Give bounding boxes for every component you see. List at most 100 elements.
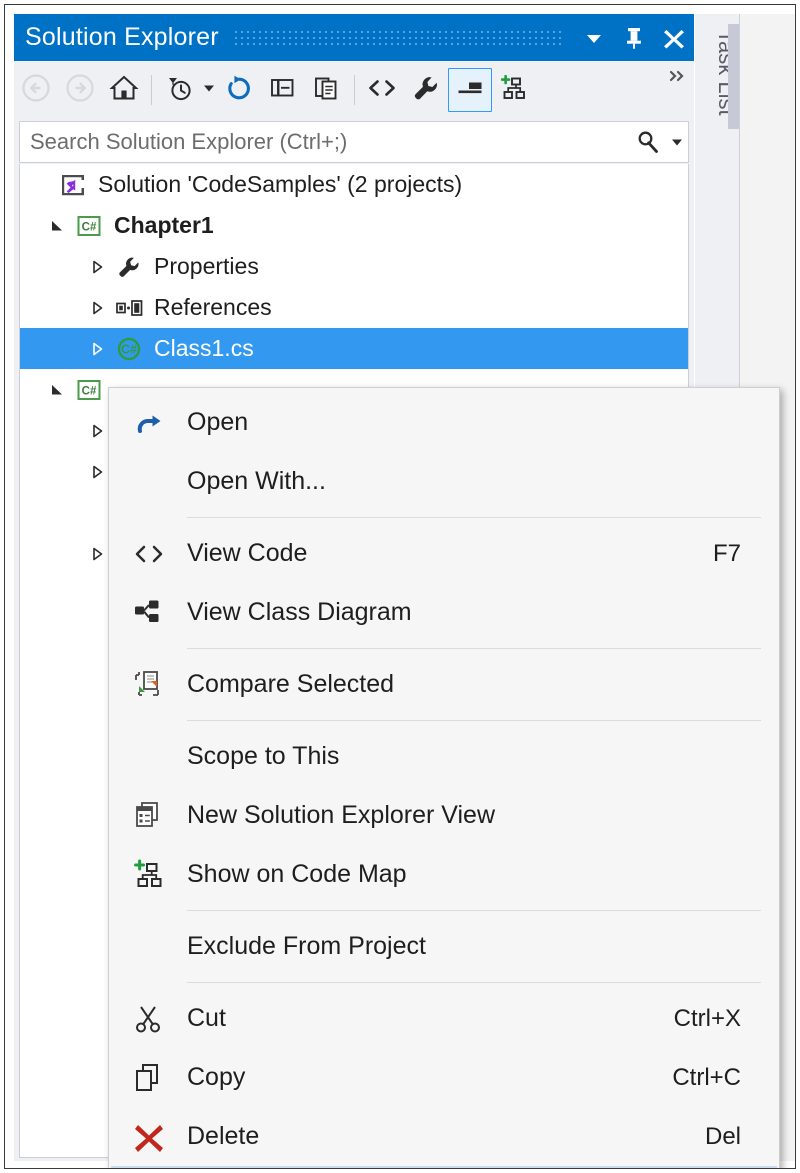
chevron-double-right-icon — [668, 70, 688, 89]
magnifier-icon[interactable] — [630, 129, 666, 155]
tree-node-properties[interactable]: Properties — [20, 246, 688, 287]
pin-icon — [623, 26, 645, 50]
dropdown-button[interactable] — [574, 14, 614, 61]
tree-node-label: Solution 'CodeSamples' (2 projects) — [90, 171, 462, 198]
menu-item-label: Exclude From Project — [187, 932, 741, 961]
title-bar-grip — [235, 31, 564, 45]
collapse-all-button[interactable] — [261, 68, 305, 112]
pending-changes-filter-dropdown[interactable] — [201, 68, 217, 112]
wrench-icon — [411, 73, 441, 108]
back-arrow-icon — [21, 73, 51, 108]
menu-item-new-solution-explorer-view[interactable]: New Solution Explorer View — [111, 786, 777, 845]
menu-separator — [187, 982, 761, 983]
menu-item-label: Copy — [187, 1063, 672, 1092]
search-box[interactable] — [19, 121, 689, 163]
red-x-icon — [111, 1120, 187, 1154]
tree-node-project-chapter1[interactable]: C# Chapter1 — [20, 205, 688, 246]
close-button[interactable] — [654, 14, 694, 61]
menu-item-view-class-diagram[interactable]: View Class Diagram — [111, 583, 777, 642]
csharp-file-icon: C# — [112, 328, 146, 369]
menu-item-show-on-code-map[interactable]: Show on Code Map — [111, 845, 777, 904]
menu-item-label: Delete — [187, 1122, 705, 1151]
menu-item-scope-to-this[interactable]: Scope to This — [111, 727, 777, 786]
menu-item-shortcut: Ctrl+C — [672, 1064, 777, 1092]
menu-item-label: Cut — [187, 1004, 674, 1033]
scrollbar-thumb[interactable] — [728, 24, 739, 129]
context-menu: Open Open With... View Code F7 — [108, 387, 780, 1169]
scissors-icon — [111, 1002, 187, 1036]
solution-explorer-title-bar[interactable]: Solution Explorer — [14, 14, 694, 61]
view-code-button[interactable] — [360, 68, 404, 112]
references-icon — [112, 287, 146, 328]
menu-item-view-code[interactable]: View Code F7 — [111, 524, 777, 583]
home-button[interactable] — [102, 68, 146, 112]
solution-explorer-toolbar — [14, 61, 694, 119]
window-frame: Solution Explorer — [4, 4, 796, 1169]
show-all-files-icon — [312, 73, 342, 108]
preview-pane-icon — [455, 73, 485, 108]
menu-item-shortcut: F7 — [713, 540, 777, 568]
twisty-collapsed-icon[interactable] — [82, 246, 112, 287]
tree-node-class1-cs[interactable]: C# Class1.cs — [20, 328, 688, 369]
class-diagram-icon — [111, 597, 187, 629]
copy-icon — [111, 1061, 187, 1095]
search-input[interactable] — [20, 128, 630, 156]
wrench-icon — [112, 246, 146, 287]
menu-item-label: Show on Code Map — [187, 860, 741, 889]
tree-node-label: Properties — [146, 253, 259, 280]
back-button[interactable] — [14, 68, 58, 112]
menu-separator — [187, 720, 761, 721]
menu-item-cut[interactable]: Cut Ctrl+X — [111, 989, 777, 1048]
tree-node-label: References — [146, 294, 272, 321]
collapse-all-icon — [268, 73, 298, 108]
forward-button[interactable] — [58, 68, 102, 112]
refresh-button[interactable] — [217, 68, 261, 112]
twisty-expanded-icon[interactable] — [42, 205, 72, 246]
compare-documents-icon — [111, 668, 187, 702]
menu-item-delete[interactable]: Delete Del — [111, 1107, 777, 1166]
menu-item-shortcut: Ctrl+X — [674, 1005, 777, 1033]
tree-node-solution[interactable]: Solution 'CodeSamples' (2 projects) — [20, 164, 688, 205]
chevron-down-icon — [202, 81, 216, 100]
code-map-plus-icon — [111, 858, 187, 892]
properties-button[interactable] — [404, 68, 448, 112]
pin-button[interactable] — [614, 14, 654, 61]
home-icon — [109, 73, 139, 108]
menu-separator — [187, 910, 761, 911]
menu-item-label: View Code — [187, 539, 713, 568]
twisty-expanded-icon[interactable] — [42, 369, 72, 410]
menu-item-open[interactable]: Open — [111, 393, 777, 452]
menu-item-label: View Class Diagram — [187, 598, 741, 627]
menu-item-open-with[interactable]: Open With... — [111, 452, 777, 511]
menu-item-exclude-from-project[interactable]: Exclude From Project — [111, 917, 777, 976]
menu-item-shortcut: Del — [705, 1123, 777, 1151]
twisty-collapsed-icon[interactable] — [82, 328, 112, 369]
toolbar-overflow-button[interactable] — [668, 66, 688, 114]
menu-separator — [187, 517, 761, 518]
angle-brackets-icon — [366, 73, 398, 108]
twisty-collapsed-icon[interactable] — [82, 287, 112, 328]
menu-item-label: Open — [187, 408, 741, 437]
menu-separator — [187, 648, 761, 649]
clock-filter-icon — [164, 73, 194, 108]
search-options-dropdown[interactable] — [666, 135, 688, 149]
open-arrow-icon — [111, 406, 187, 440]
pending-changes-filter-button[interactable] — [157, 68, 201, 112]
menu-item-compare-selected[interactable]: Compare Selected — [111, 655, 777, 714]
chevron-down-icon — [670, 135, 684, 149]
menu-item-label: Open With... — [187, 467, 741, 496]
show-all-files-button[interactable] — [305, 68, 349, 112]
toolbar-separator — [151, 75, 152, 105]
refresh-icon — [224, 73, 254, 108]
toolbar-separator — [354, 75, 355, 105]
preview-selected-items-button[interactable] — [448, 68, 492, 112]
menu-item-copy[interactable]: Copy Ctrl+C — [111, 1048, 777, 1107]
show-on-code-map-button[interactable] — [492, 68, 536, 112]
csharp-project-icon: C# — [72, 369, 106, 410]
menu-item-rename[interactable]: Rename — [111, 1166, 777, 1169]
menu-item-label: Scope to This — [187, 742, 741, 771]
menu-item-label: Compare Selected — [187, 670, 741, 699]
angle-brackets-icon — [111, 539, 187, 569]
visual-studio-solution-icon — [56, 164, 90, 205]
tree-node-references[interactable]: References — [20, 287, 688, 328]
